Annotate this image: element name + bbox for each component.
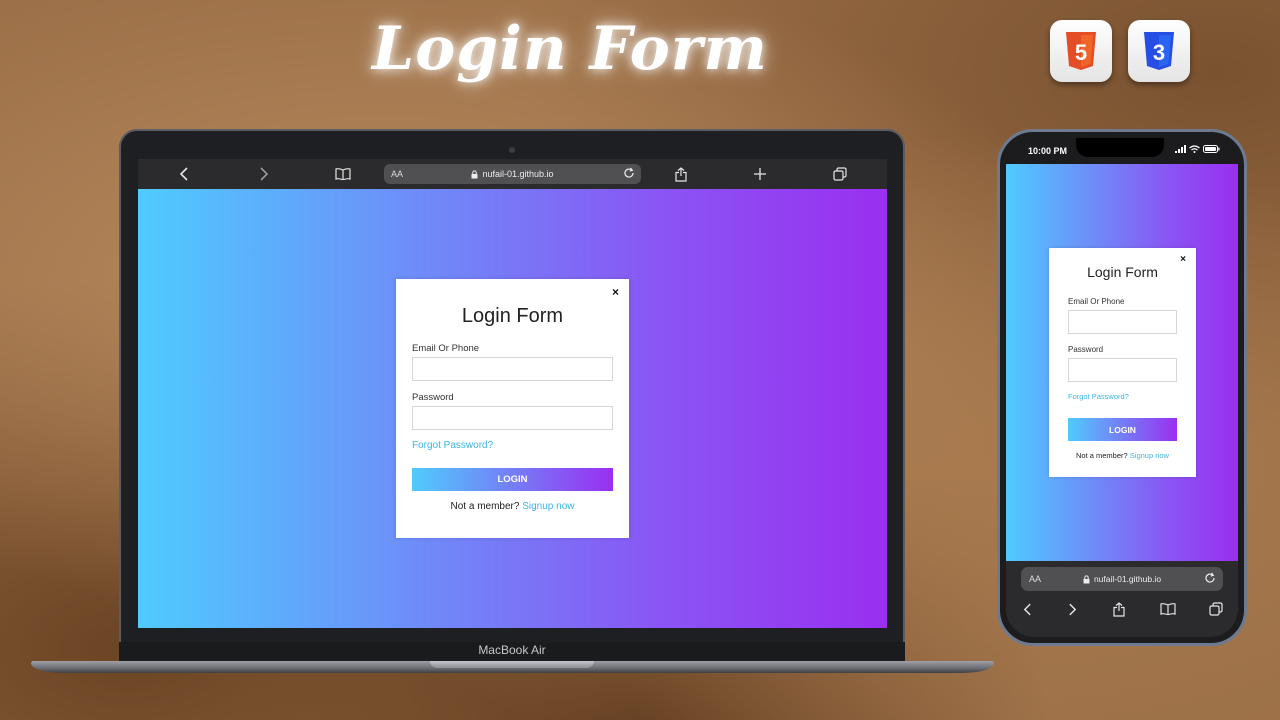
reload-icon[interactable] [1204,572,1216,584]
text-size-button[interactable]: AA [1029,574,1041,584]
lock-icon [1083,574,1090,583]
page-title: Login Form [372,14,768,84]
signup-line: Not a member? Signup now [396,501,629,512]
email-field[interactable] [1068,310,1177,334]
signal-icon [1175,145,1186,153]
laptop-camera [509,147,515,153]
status-time: 10:00 PM [1028,146,1068,156]
css3-icon: 3 [1144,32,1174,70]
address-bar[interactable]: AA nufail-01.github.io [384,164,641,184]
email-label: Email Or Phone [1068,297,1125,306]
share-icon[interactable] [1109,599,1129,619]
back-icon[interactable] [1017,599,1037,619]
email-field[interactable] [412,357,613,381]
close-icon[interactable]: × [612,285,619,299]
laptop-brand-label: MacBook Air [478,643,546,657]
forgot-password-link[interactable]: Forgot Password? [412,440,493,451]
bookmarks-icon[interactable] [1158,599,1178,619]
browser-toolbar: AA nufail-01.github.io [138,159,887,189]
signup-prompt: Not a member? [450,501,520,512]
status-icons [1175,145,1220,153]
login-button[interactable]: LOGIN [1068,418,1177,441]
css3-logo-number: 3 [1153,40,1165,65]
login-button[interactable]: LOGIN [412,468,613,491]
email-label: Email Or Phone [412,343,480,354]
address-bar[interactable]: AA nufail-01.github.io [1021,567,1223,591]
lock-icon [471,169,478,178]
signup-link[interactable]: Signup now [522,501,574,512]
login-form-card: × Login Form Email Or Phone Password For… [1049,248,1196,477]
html5-logo-number: 5 [1075,40,1087,65]
html5-icon: 5 [1066,32,1096,70]
text-size-button[interactable]: AA [391,169,403,179]
webpage-background: × Login Form Email Or Phone Password For… [138,189,887,628]
signup-line: Not a member? Signup now [1049,451,1196,460]
phone-status-bar: 10:00 PM [1006,138,1238,164]
password-label: Password [1068,345,1104,354]
signup-link[interactable]: Signup now [1130,451,1169,460]
back-icon[interactable] [174,164,194,184]
forward-icon[interactable] [254,164,274,184]
battery-icon [1203,145,1220,153]
wifi-icon [1189,145,1200,153]
bookmarks-icon[interactable] [333,164,353,184]
form-title: Login Form [1087,264,1158,280]
html5-logo: 5 [1050,20,1112,82]
form-title: Login Form [461,305,564,327]
css3-logo: 3 [1128,20,1190,82]
url-text: nufail-01.github.io [1093,574,1162,584]
url-text: nufail-01.github.io [482,169,554,179]
share-icon[interactable] [671,164,691,184]
forward-icon[interactable] [1062,599,1082,619]
phone-webpage-background: × Login Form Email Or Phone Password For… [1006,164,1238,561]
reload-icon[interactable] [623,167,635,179]
tabs-icon[interactable] [1206,599,1226,619]
laptop-hinge-notch [430,661,594,668]
forgot-password-link[interactable]: Forgot Password? [1068,392,1129,401]
laptop-screen: AA nufail-01.github.io × Login Form Emai… [138,159,887,628]
phone-browser-toolbar: AA nufail-01.github.io [1006,561,1238,637]
password-label: Password [412,392,454,403]
new-tab-icon[interactable] [750,164,770,184]
password-field[interactable] [1068,358,1177,382]
phone-screen: 10:00 PM × Login Form Email Or Phone Pas… [1006,138,1238,637]
login-form-card: × Login Form Email Or Phone Password For… [396,279,629,538]
signup-prompt: Not a member? [1076,451,1128,460]
password-field[interactable] [412,406,613,430]
phone-notch [1076,138,1164,157]
tabs-icon[interactable] [830,164,850,184]
